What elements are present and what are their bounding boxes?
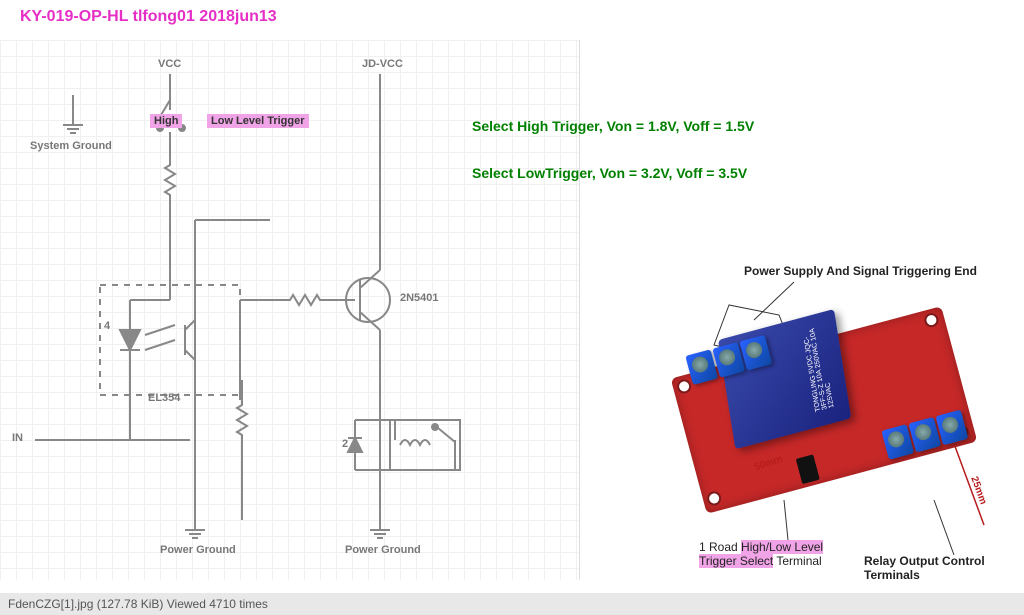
label-high: High [150, 114, 182, 128]
relay-module-photo: Power Supply And Signal Triggering End T… [644, 270, 1014, 600]
label-jumper-highlow: High/Low Level [741, 540, 823, 554]
label-pin4: 4 [104, 320, 110, 332]
note-high-trigger: Select High Trigger, Von = 1.8V, Voff = … [472, 118, 754, 134]
label-pin2: 2 [342, 438, 348, 450]
label-opto: EL354 [148, 392, 180, 404]
label-low-level-trigger: Low Level Trigger [207, 114, 309, 128]
label-power-ground-2: Power Ground [345, 544, 421, 556]
label-system-ground: System Ground [30, 140, 112, 152]
label-output-terminals: Relay Output Control Terminals [864, 554, 1014, 582]
label-transistor: 2N5401 [400, 292, 439, 304]
label-jumper-terminal: Terminal [776, 554, 821, 568]
page-title: KY-019-OP-HL tlfong01 2018jun13 [20, 8, 277, 26]
label-jumper: 1 Road High/Low Level Trigger Select Ter… [699, 540, 823, 568]
label-power-ground-1: Power Ground [160, 544, 236, 556]
label-vcc: VCC [158, 58, 181, 70]
relay-marking: TONGLING 5VDC JQC-3FF-S-Z 10A 250VAC 10A… [801, 318, 835, 413]
label-jumper-trigger: Trigger Select [699, 554, 773, 568]
file-info-footer: FdenCZG[1].jpg (127.78 KiB) Viewed 4710 … [0, 593, 1024, 615]
label-jumper-1road: 1 Road [699, 540, 738, 554]
note-low-trigger: Select LowTrigger, Von = 3.2V, Voff = 3.… [472, 165, 747, 181]
label-jdvcc: JD-VCC [362, 58, 403, 70]
label-in: IN [12, 432, 23, 444]
